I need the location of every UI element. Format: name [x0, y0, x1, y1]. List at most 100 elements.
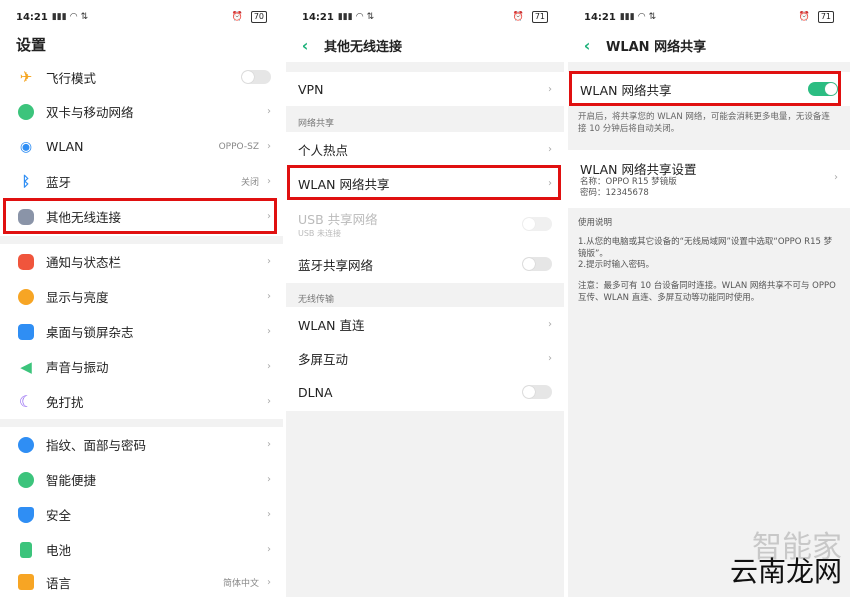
status-bar: 14:21 ▮▮▮ ◠ ⇅ ⏰ 71: [568, 0, 850, 34]
battery-indicator: 71: [817, 11, 834, 23]
settings-item-wallpaper[interactable]: 桌面与锁屏杂志 ›: [0, 314, 283, 349]
wifi-status-icon: ◠: [69, 12, 78, 22]
chevron-right-icon: ›: [267, 544, 271, 555]
wlan-share-description: 开启后，将共享您的 WLAN 网络，可能会消耗更多电量，无设备连接 10 分钟后…: [578, 112, 830, 134]
signal-icon: ▮▮▮: [51, 12, 67, 22]
alarm-icon: ⏰: [231, 12, 243, 22]
settings-item-notifications[interactable]: 通知与状态栏 ›: [0, 244, 283, 279]
chevron-right-icon: ›: [834, 172, 838, 183]
section-divider: [0, 419, 283, 427]
chevron-right-icon: ›: [267, 439, 271, 450]
settings-item-security[interactable]: 安全 ›: [0, 497, 283, 532]
settings-item-display[interactable]: 显示与亮度 ›: [0, 279, 283, 314]
usage-step-2: 2.提示时输入密码。: [578, 260, 655, 270]
settings-item-battery[interactable]: 电池 ›: [0, 532, 283, 567]
chevron-right-icon: ›: [267, 396, 271, 407]
chevron-right-icon: ›: [267, 576, 271, 588]
airplane-icon: ✈: [19, 68, 33, 86]
wlan-direct-item[interactable]: WLAN 直连 ›: [286, 307, 564, 341]
dlna-item[interactable]: DLNA: [286, 375, 564, 409]
settings-item-label: 安全: [46, 508, 72, 523]
chevron-right-icon: ›: [267, 256, 271, 267]
settings-item-bluetooth[interactable]: ᛒ 蓝牙 关闭 ›: [0, 164, 283, 199]
alarm-icon: ⏰: [512, 12, 524, 22]
vpn-label: VPN: [298, 81, 324, 97]
settings-item-label: 电池: [46, 543, 72, 558]
settings-item-wlan[interactable]: ◉ WLAN OPPO-SZ ›: [0, 129, 283, 164]
settings-item-label: 智能便捷: [46, 473, 97, 488]
chevron-right-icon: ›: [267, 176, 271, 187]
speaker-icon: ◀: [20, 357, 32, 376]
watermark-bottom: 云南龙网: [729, 555, 842, 588]
settings-item-dual-sim[interactable]: 双卡与移动网络 ›: [0, 94, 283, 129]
settings-item-label: 通知与状态栏: [46, 255, 122, 270]
status-time: 14:21: [302, 11, 334, 23]
signal-icon: ▮▮▮: [619, 12, 635, 22]
settings-item-smart[interactable]: 智能便捷 ›: [0, 462, 283, 497]
usb-share-label: USB 共享网络: [298, 211, 378, 227]
alarm-icon: ⏰: [798, 12, 810, 22]
settings-item-label: 免打扰: [46, 395, 84, 410]
settings-item-fingerprint[interactable]: 指纹、面部与密码 ›: [0, 427, 283, 462]
usb-share-sub: USB 未连接: [298, 229, 341, 238]
status-bar: 14:21 ▮▮▮ ◠ ⇅ ⏰ 71: [286, 0, 564, 34]
hotspot-item[interactable]: 个人热点 ›: [286, 132, 564, 166]
back-arrow-icon[interactable]: ‹: [580, 36, 594, 55]
other-wireless-panel: 14:21 ▮▮▮ ◠ ⇅ ⏰ 71 ‹ 其他无线连接 VPN › 网络共享 个…: [286, 0, 564, 597]
globe-icon: [18, 103, 34, 120]
language-icon: [18, 574, 34, 590]
wlan-value: OPPO-SZ: [218, 141, 259, 152]
chevron-right-icon: ›: [267, 509, 271, 520]
signal-icon: ▮▮▮: [337, 12, 353, 22]
multiscreen-item[interactable]: 多屏互动 ›: [286, 341, 564, 375]
back-arrow-icon[interactable]: ‹: [298, 36, 312, 55]
nav-header: ‹ 其他无线连接: [298, 34, 402, 56]
bluetooth-icon: ᛒ: [21, 173, 31, 190]
settings-item-airplane[interactable]: ✈ 飞行模式: [0, 60, 283, 94]
settings-item-label: 飞行模式: [46, 70, 97, 86]
settings-item-label: 声音与振动: [46, 360, 109, 375]
vpn-item[interactable]: VPN ›: [286, 72, 564, 106]
data-speed-icon: ⇅: [366, 12, 375, 22]
settings-item-label: WLAN: [46, 139, 84, 154]
hotspot-label: 个人热点: [298, 142, 349, 158]
status-time: 14:21: [584, 11, 616, 23]
data-speed-icon: ⇅: [80, 12, 89, 22]
settings-panel: 14:21 ▮▮▮ ◠ ⇅ ⏰ 70 设置 ✈ 飞行模式 双卡与移动网络 › ◉…: [0, 0, 283, 597]
settings-item-label: 桌面与锁屏杂志: [46, 325, 134, 340]
battery-icon: [20, 541, 32, 558]
airplane-toggle[interactable]: [241, 70, 271, 84]
bell-icon: [18, 253, 34, 270]
wlan-direct-label: WLAN 直连: [298, 317, 365, 333]
wlan-share-panel: 14:21 ▮▮▮ ◠ ⇅ ⏰ 71 ‹ WLAN 网络共享 WLAN 网络共享…: [568, 0, 850, 597]
bt-share-toggle[interactable]: [522, 257, 552, 271]
chevron-right-icon: ›: [548, 143, 552, 155]
chevron-right-icon: ›: [548, 318, 552, 330]
settings-item-dnd[interactable]: ☾ 免打扰 ›: [0, 384, 283, 419]
settings-item-label: 语言: [46, 575, 72, 591]
settings-item-sound[interactable]: ◀ 声音与振动 ›: [0, 349, 283, 384]
status-time: 14:21: [16, 11, 48, 23]
usage-step-1: 1.从您的电脑或其它设备的“无线局域网”设置中选取“OPPO R15 梦镜版”。: [578, 237, 833, 259]
section-label-share: 网络共享: [298, 119, 335, 129]
battery-indicator: 70: [250, 11, 267, 23]
dlna-toggle[interactable]: [522, 385, 552, 399]
data-speed-icon: ⇅: [648, 12, 657, 22]
section-divider: [286, 62, 564, 72]
chevron-right-icon: ›: [548, 352, 552, 364]
page-title: 其他无线连接: [324, 39, 403, 55]
wifi-status-icon: ◠: [637, 12, 646, 22]
chevron-right-icon: ›: [267, 474, 271, 485]
usb-share-toggle: [522, 217, 552, 231]
usage-note: 注意：最多可有 10 台设备同时连接。WLAN 网络共享不可与 OPPO 互传、…: [578, 281, 836, 303]
bt-share-item[interactable]: 蓝牙共享网络: [286, 247, 564, 281]
highlight-box: [569, 71, 841, 106]
battery-indicator: 71: [531, 11, 548, 23]
settings-item-label: 指纹、面部与密码: [46, 438, 147, 453]
chevron-right-icon: ›: [267, 291, 271, 302]
nav-header: ‹ WLAN 网络共享: [580, 34, 706, 56]
section-label-wireless: 无线传输: [298, 295, 335, 305]
fingerprint-icon: [18, 436, 34, 453]
settings-item-language[interactable]: 语言 简体中文 ›: [0, 567, 283, 597]
page-title: WLAN 网络共享: [606, 39, 707, 55]
